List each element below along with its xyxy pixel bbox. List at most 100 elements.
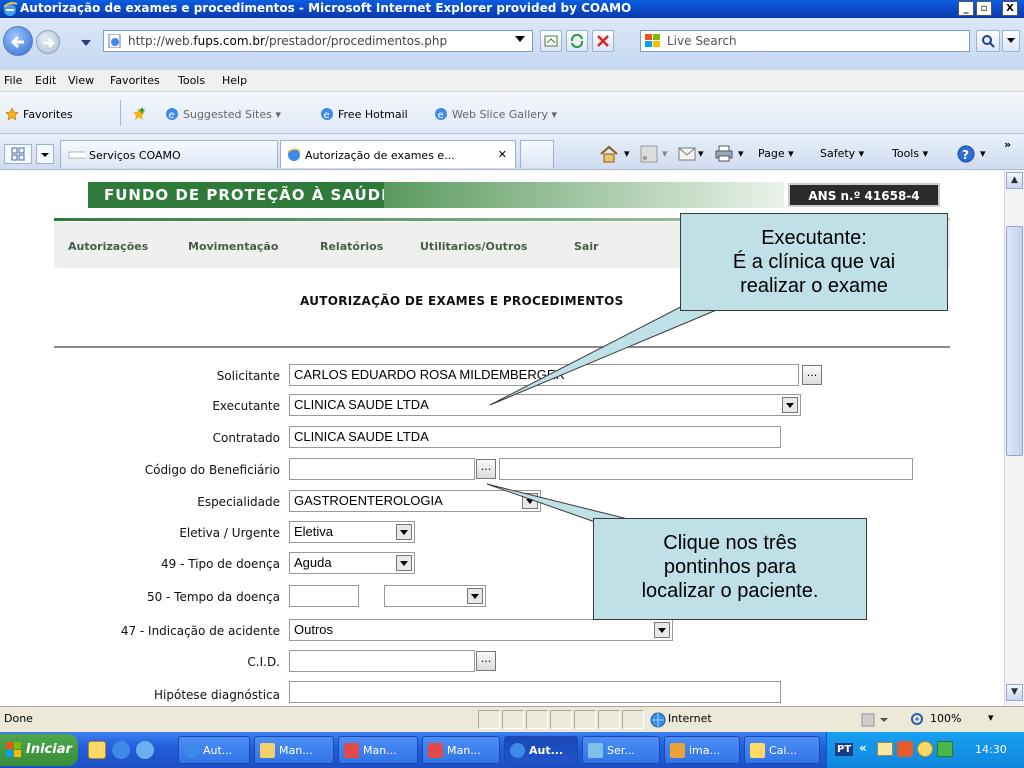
menu-bar: File Edit View Favorites Tools Help <box>0 70 1024 92</box>
zoom-icon <box>911 713 923 725</box>
taskbar-item-ima[interactable]: ima... <box>664 736 740 764</box>
maximize-button[interactable]: ▫ <box>976 1 992 16</box>
tray-security-icon[interactable] <box>937 741 953 757</box>
print-icon[interactable] <box>714 144 734 162</box>
back-button[interactable] <box>3 26 33 56</box>
taskbar-item-ser[interactable]: Ser... <box>582 736 660 764</box>
callout-line: pontinhos para <box>663 556 797 578</box>
menu-tools[interactable]: Tools <box>178 74 205 87</box>
print-dropdown-icon[interactable]: ▾ <box>738 147 744 160</box>
stop-icon <box>597 35 609 47</box>
close-window-button[interactable]: X <box>1002 1 1018 16</box>
menu-favorites[interactable]: Favorites <box>110 74 160 87</box>
history-dropdown-icon[interactable] <box>80 38 92 48</box>
safety-menu[interactable]: Safety ▾ <box>820 147 864 160</box>
taskbar-item-man-doc1[interactable]: Man... <box>338 736 418 764</box>
menu-edit[interactable]: Edit <box>35 74 56 87</box>
favorites-button[interactable]: Favorites <box>5 107 73 121</box>
refresh-button[interactable] <box>566 30 588 52</box>
quicklaunch-clock-icon[interactable] <box>88 741 106 759</box>
vertical-scrollbar[interactable]: ▲ ▼ <box>1004 170 1024 706</box>
taskbar-item-man-folder[interactable]: Man... <box>254 736 334 764</box>
suggested-sites-link[interactable]: e Suggested Sites ▾ <box>165 107 281 121</box>
taskbar-item-man-doc2[interactable]: Man... <box>422 736 500 764</box>
quicklaunch-ie-icon[interactable] <box>112 741 130 759</box>
menu-view[interactable]: View <box>68 74 94 87</box>
minimize-button[interactable]: _ <box>958 1 974 16</box>
tray-clock-icon[interactable] <box>917 741 933 757</box>
compatibility-icon <box>544 35 558 47</box>
address-url: http://web.fups.com.br/prestador/procedi… <box>128 34 448 48</box>
tab-servicos-coamo[interactable]: Serviços COAMO <box>60 140 278 168</box>
status-text: Done <box>4 712 33 725</box>
search-options-button[interactable] <box>1002 30 1020 52</box>
mail-icon[interactable] <box>678 146 696 162</box>
chevron-down-icon <box>1007 38 1015 43</box>
security-zone: Internet <box>668 712 712 725</box>
quick-tabs-button[interactable] <box>4 144 32 164</box>
help-icon[interactable]: ? <box>956 144 976 164</box>
magnifier-icon <box>982 35 995 48</box>
page-menu[interactable]: Page ▾ <box>758 147 794 160</box>
forward-button[interactable] <box>36 30 60 54</box>
tools-menu[interactable]: Tools ▾ <box>892 147 928 160</box>
more-commands-button[interactable]: » <box>1004 138 1011 151</box>
scroll-down-arrow-icon[interactable]: ▼ <box>1006 684 1023 701</box>
search-input[interactable]: Live Search <box>640 30 970 52</box>
help-dropdown-icon[interactable]: ▾ <box>980 147 986 160</box>
menu-help[interactable]: Help <box>222 74 247 87</box>
scroll-thumb[interactable] <box>1006 226 1023 456</box>
windows-flag-icon <box>6 742 21 757</box>
status-cell <box>622 710 644 729</box>
address-dropdown-button[interactable] <box>509 30 531 52</box>
taskbar-item-cai[interactable]: Cai... <box>744 736 820 764</box>
menu-file[interactable]: File <box>4 74 22 87</box>
status-cell <box>550 710 572 729</box>
address-field[interactable]: http://web.fups.com.br/prestador/procedi… <box>103 30 533 52</box>
home-icon[interactable] <box>598 144 620 164</box>
tab-list-button[interactable] <box>36 144 54 164</box>
quicklaunch-browser-icon[interactable] <box>136 741 154 759</box>
search-button[interactable] <box>976 30 1000 52</box>
new-tab-button[interactable] <box>520 140 554 168</box>
back-arrow-icon <box>10 35 24 49</box>
tray-expand-icon[interactable]: « <box>859 741 867 755</box>
stop-button[interactable] <box>592 30 614 52</box>
status-cell <box>598 710 620 729</box>
ie-page-icon: e <box>321 108 333 121</box>
mail-dropdown-icon[interactable]: ▾ <box>698 147 704 160</box>
forward-arrow-icon <box>43 38 55 48</box>
tray-mail-icon[interactable] <box>877 742 893 756</box>
add-favorite-button[interactable] <box>132 107 150 121</box>
page-icon <box>108 34 121 48</box>
zoom-dropdown-icon[interactable]: ▾ <box>988 711 994 724</box>
free-hotmail-link[interactable]: e Free Hotmail <box>320 107 408 121</box>
feeds-icon[interactable] <box>640 145 658 163</box>
taskbar-item-aut-active[interactable]: Aut... <box>504 736 578 764</box>
chevron-down-icon <box>515 36 525 42</box>
protected-mode-icon[interactable] <box>860 712 890 728</box>
close-tab-button[interactable]: ✕ <box>498 148 507 161</box>
paciente-callout: Clique nos três pontinhos para localizar… <box>593 518 867 620</box>
quick-tabs-icon <box>11 147 25 161</box>
status-cell <box>574 710 596 729</box>
taskbar-item-aut[interactable]: Aut... <box>178 736 250 764</box>
language-indicator[interactable]: PT <box>835 743 854 756</box>
favorites-bar: Favorites e Suggested Sites ▾ e Free Hotma… <box>0 92 1024 134</box>
compatibility-view-button[interactable] <box>540 30 562 52</box>
taskbar-clock[interactable]: 14:30 <box>975 743 1007 756</box>
callout-line: Clique nos três <box>663 532 797 554</box>
image-icon <box>670 743 685 758</box>
home-dropdown-icon[interactable]: ▾ <box>624 147 630 160</box>
tab-autorizacao[interactable]: Autorização de exames e... ✕ <box>280 140 516 168</box>
feeds-dropdown-icon[interactable]: ▾ <box>662 147 668 160</box>
screen: Autorização de exames e procedimentos - … <box>0 0 1024 768</box>
scroll-up-arrow-icon[interactable]: ▲ <box>1006 172 1023 189</box>
svg-text:e: e <box>324 110 330 121</box>
web-slice-gallery-link[interactable]: e Web Slice Gallery ▾ <box>434 107 557 121</box>
zoom-level[interactable]: 100% <box>930 712 961 725</box>
callout-line: localizar o paciente. <box>641 580 819 602</box>
search-placeholder: Live Search <box>667 34 737 48</box>
tray-network-icon[interactable] <box>897 741 913 757</box>
start-button[interactable]: Iniciar <box>0 734 78 766</box>
